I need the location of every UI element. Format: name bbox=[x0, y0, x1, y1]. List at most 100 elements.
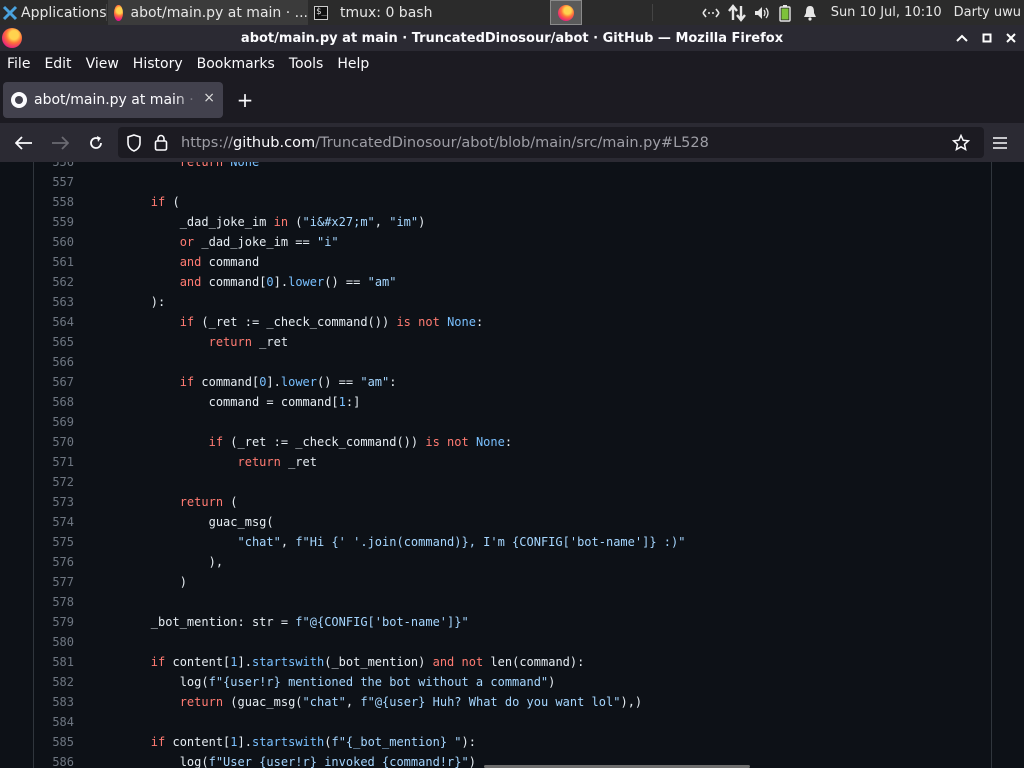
page-content: 556 return None 557 558 if (559 _dad_joke_… bbox=[0, 162, 1024, 768]
volume-icon[interactable] bbox=[753, 5, 771, 21]
window-titlebar[interactable]: abot/main.py at main · TruncatedDinosour… bbox=[0, 25, 1024, 51]
code-line: 566 bbox=[34, 352, 993, 372]
line-number[interactable]: 571 bbox=[34, 452, 74, 472]
code-text: return _ret bbox=[237, 455, 317, 469]
line-number[interactable]: 573 bbox=[34, 492, 74, 512]
network-icon[interactable] bbox=[700, 5, 722, 21]
minimize-chevron-icon[interactable] bbox=[956, 33, 968, 43]
code-line: 574 guac_msg( bbox=[34, 512, 993, 532]
menu-bookmarks[interactable]: Bookmarks bbox=[197, 56, 275, 72]
code-text: if (_ret := _check_command()) is not Non… bbox=[179, 315, 484, 329]
code-line: 563 ): bbox=[34, 292, 993, 312]
line-number[interactable]: 565 bbox=[34, 332, 74, 352]
notification-bell-icon[interactable] bbox=[803, 5, 817, 21]
line-number[interactable]: 576 bbox=[34, 552, 74, 572]
taskbar-firefox[interactable]: abot/main.py at main · ... bbox=[108, 0, 308, 25]
code-text: and command bbox=[179, 255, 260, 269]
workspace-firefox-button[interactable] bbox=[550, 0, 582, 25]
line-number[interactable]: 560 bbox=[34, 232, 74, 252]
tab-bar: abot/main.py at main · TruncatedDinosour… bbox=[0, 77, 1024, 123]
code-line: 571 return _ret bbox=[34, 452, 993, 472]
new-tab-button[interactable]: + bbox=[234, 88, 256, 112]
code-text: return _ret bbox=[208, 335, 289, 349]
close-icon[interactable] bbox=[1006, 33, 1016, 43]
github-icon bbox=[11, 92, 27, 108]
code-text: return (guac_msg("chat", f"@{user} Huh? … bbox=[179, 695, 643, 709]
line-number[interactable]: 566 bbox=[34, 352, 74, 372]
maximize-icon[interactable] bbox=[982, 33, 992, 43]
line-number[interactable]: 574 bbox=[34, 512, 74, 532]
star-icon bbox=[952, 134, 970, 152]
line-number[interactable]: 579 bbox=[34, 612, 74, 632]
line-number[interactable]: 575 bbox=[34, 532, 74, 552]
window-title: abot/main.py at main · TruncatedDinosour… bbox=[240, 30, 784, 46]
code-text: log(f"{user!r} mentioned the bot without… bbox=[93, 675, 556, 689]
tab-close-button[interactable]: × bbox=[203, 90, 215, 106]
line-number[interactable]: 562 bbox=[34, 272, 74, 292]
user-menu[interactable]: Darty uwu bbox=[954, 5, 1021, 20]
line-number[interactable]: 584 bbox=[34, 712, 74, 732]
line-number[interactable]: 564 bbox=[34, 312, 74, 332]
line-number[interactable]: 561 bbox=[34, 252, 74, 272]
code-line: 579 _bot_mention: str = f"@{CONFIG['bot-… bbox=[34, 612, 993, 632]
battery-icon[interactable] bbox=[778, 4, 791, 22]
line-number[interactable]: 580 bbox=[34, 632, 74, 652]
app-menu-button[interactable] bbox=[988, 131, 1012, 155]
forward-arrow-icon bbox=[52, 136, 69, 150]
transfer-icon[interactable] bbox=[727, 3, 747, 22]
menu-view[interactable]: View bbox=[86, 56, 119, 72]
line-number[interactable]: 570 bbox=[34, 432, 74, 452]
tab-label: abot/main.py at main · TruncatedDinosour… bbox=[34, 92, 199, 108]
code-line: 558 if ( bbox=[34, 192, 993, 212]
code-text: and command[0].lower() == "am" bbox=[179, 275, 397, 289]
code-line: 570 if (_ret := _check_command()) is not… bbox=[34, 432, 993, 452]
code-text: ) bbox=[93, 575, 187, 589]
menu-edit[interactable]: Edit bbox=[44, 56, 71, 72]
menu-help[interactable]: Help bbox=[337, 56, 369, 72]
line-number[interactable]: 567 bbox=[34, 372, 74, 392]
code-line: 583 return (guac_msg("chat", f"@{user} H… bbox=[34, 692, 993, 712]
line-number[interactable]: 577 bbox=[34, 572, 74, 592]
line-number[interactable]: 568 bbox=[34, 392, 74, 412]
forward-button[interactable] bbox=[48, 131, 72, 155]
line-number[interactable]: 569 bbox=[34, 412, 74, 432]
reload-button[interactable] bbox=[84, 131, 108, 155]
line-number[interactable]: 563 bbox=[34, 292, 74, 312]
code-line: 567 if command[0].lower() == "am": bbox=[34, 372, 993, 392]
code-line: 568 command = command[1:] bbox=[34, 392, 993, 412]
code-text: or _dad_joke_im == "i" bbox=[179, 235, 339, 249]
back-button[interactable] bbox=[12, 131, 36, 155]
firefox-icon bbox=[114, 4, 123, 21]
menu-file[interactable]: File bbox=[7, 56, 30, 72]
bookmark-star-button[interactable] bbox=[949, 131, 973, 155]
line-number[interactable]: 585 bbox=[34, 732, 74, 752]
menu-tools[interactable]: Tools bbox=[289, 56, 324, 72]
code-line: 560 or _dad_joke_im == "i" bbox=[34, 232, 993, 252]
line-number[interactable]: 586 bbox=[34, 752, 74, 768]
lock-icon[interactable] bbox=[154, 134, 168, 151]
code-line: 556 return None bbox=[34, 162, 993, 172]
menu-history[interactable]: History bbox=[133, 56, 183, 72]
line-number[interactable]: 572 bbox=[34, 472, 74, 492]
terminal-icon: $_ bbox=[314, 5, 328, 20]
line-number[interactable]: 581 bbox=[34, 652, 74, 672]
taskbar-tmux[interactable]: $_ tmux: 0 bash bbox=[308, 0, 508, 25]
clock[interactable]: Sun 10 Jul, 10:10 bbox=[831, 5, 942, 20]
line-number[interactable]: 558 bbox=[34, 192, 74, 212]
line-number[interactable]: 559 bbox=[34, 212, 74, 232]
applications-menu[interactable]: Applications bbox=[0, 0, 108, 25]
line-number[interactable]: 583 bbox=[34, 692, 74, 712]
desktop-panel: Applications abot/main.py at main · ... … bbox=[0, 0, 1024, 25]
line-number[interactable]: 578 bbox=[34, 592, 74, 612]
code-text: return None bbox=[179, 162, 260, 169]
line-number[interactable]: 556 bbox=[34, 162, 74, 172]
xfce-mouse-icon bbox=[2, 5, 18, 20]
tab-main-py[interactable]: abot/main.py at main · TruncatedDinosour… bbox=[3, 82, 223, 118]
url-bar[interactable]: https://github.com/TruncatedDinosour/abo… bbox=[118, 127, 984, 158]
tracking-protection-shield-icon[interactable] bbox=[126, 134, 142, 152]
code-text: if ( bbox=[150, 195, 180, 209]
line-number[interactable]: 582 bbox=[34, 672, 74, 692]
code-viewer: 556 return None 557 558 if (559 _dad_joke_… bbox=[33, 162, 992, 768]
line-number[interactable]: 557 bbox=[34, 172, 74, 192]
url-prefix: https:// bbox=[181, 134, 233, 151]
